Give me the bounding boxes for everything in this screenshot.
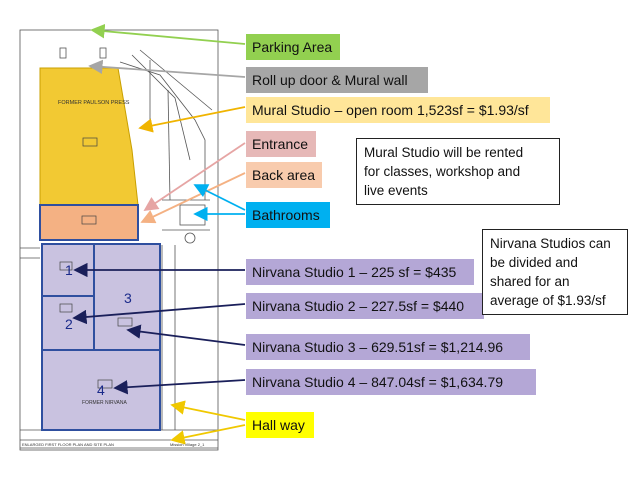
studio-4-label: Nirvana Studio 4 – 847.04sf = $1,634.79 <box>246 369 536 395</box>
back-area <box>39 204 139 241</box>
parking-area-label: Parking Area <box>246 34 340 60</box>
nirvana-note-line-1: Nirvana Studios can <box>490 236 611 251</box>
title-block-label: ENLARGED FIRST FLOOR PLAN AND SITE PLAN <box>22 442 114 447</box>
sheet-title-label: Mission Village 2_1 <box>170 442 205 447</box>
studio-3-label: Nirvana Studio 3 – 629.51sf = $1,214.96 <box>246 334 530 360</box>
mural-studio-label: Mural Studio – open room 1,523sf = $1.93… <box>246 97 550 123</box>
nirvana-note: Nirvana Studios can be divided and share… <box>482 229 628 315</box>
mural-note-line-1: Mural Studio will be rented <box>364 145 524 160</box>
parking-arrow-icon <box>90 23 246 45</box>
rollup-door-label: Roll up door & Mural wall <box>246 67 428 93</box>
nirvana-note-line-3: shared for an <box>490 274 570 289</box>
mural-note: Mural Studio will be rented for classes,… <box>356 138 560 205</box>
hallway-arrow-1-icon <box>170 400 246 421</box>
bathrooms-arrow-1-icon <box>193 184 246 211</box>
mural-note-line-3: live events <box>364 183 428 198</box>
entrance-label: Entrance <box>246 131 316 157</box>
hallway-arrow-2-icon <box>170 424 246 445</box>
room-number-4: 4 <box>97 382 105 398</box>
back-area-label: Back area <box>246 162 322 188</box>
nirvana-note-line-2: be divided and <box>490 255 578 270</box>
room-number-3: 3 <box>124 290 132 306</box>
mural-arrow-icon <box>138 106 246 133</box>
room-number-1: 1 <box>65 262 73 278</box>
nirvana-note-line-4: average of $1.93/sf <box>490 293 606 308</box>
bathrooms-label: Bathrooms <box>246 202 330 228</box>
former-nirvana-label: FORMER NIRVANA <box>82 400 127 406</box>
hallway-label: Hall way <box>246 412 314 438</box>
room-number-2: 2 <box>65 316 73 332</box>
mural-studio-area <box>39 67 139 206</box>
former-paulson-label: FORMER PAULSON PRESS <box>58 100 130 106</box>
mural-note-line-2: for classes, workshop and <box>364 164 521 179</box>
studio-1-label: Nirvana Studio 1 – 225 sf = $435 <box>246 259 474 285</box>
studio-2-label: Nirvana Studio 2 – 227.5sf = $440 <box>246 293 484 319</box>
